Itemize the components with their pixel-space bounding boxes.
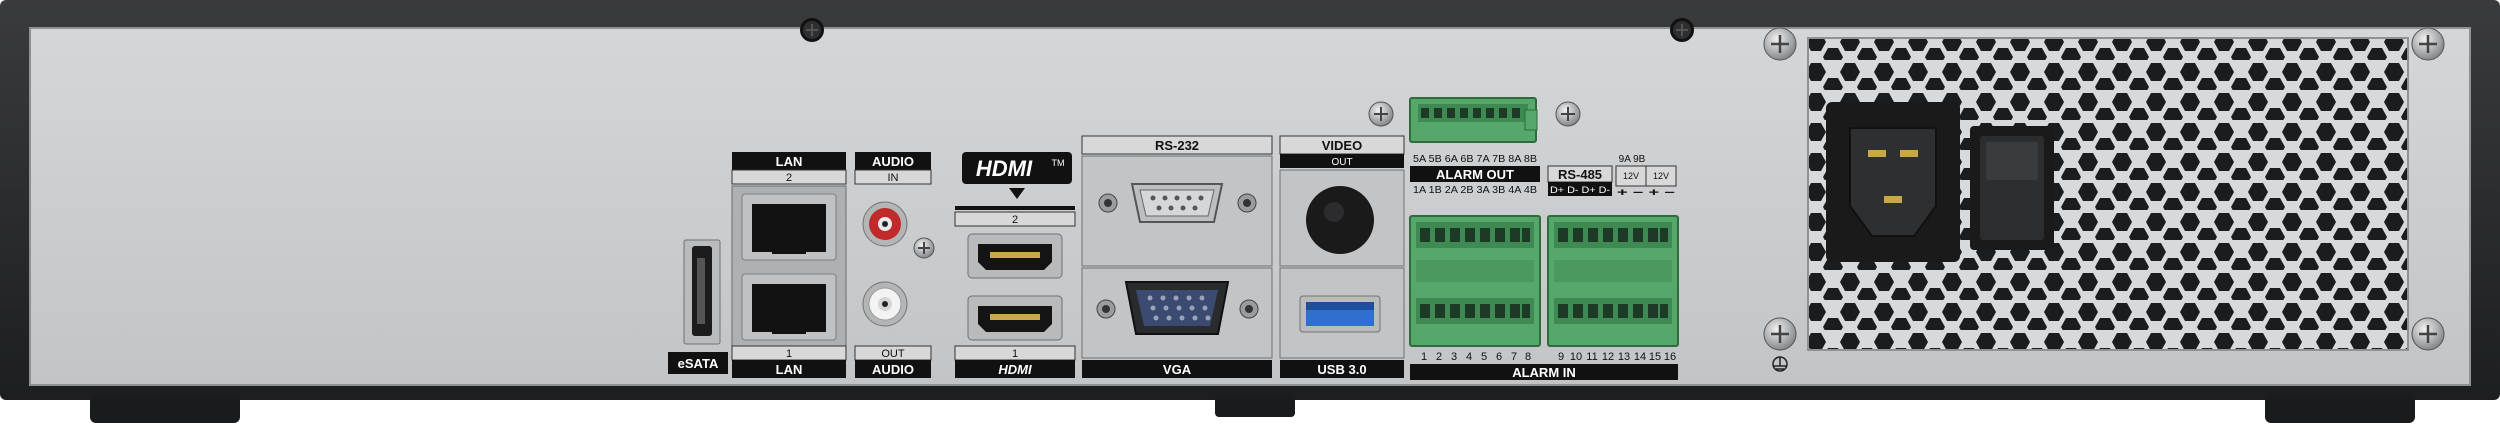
- ac-power-inlet[interactable]: [1826, 102, 1960, 262]
- rs232-serial-port[interactable]: [1130, 183, 1224, 223]
- power-polarity-signs: + − + −: [1617, 187, 1675, 199]
- rs232-screw-left-icon: [1098, 193, 1118, 213]
- alarm-in-number: 13: [1618, 351, 1630, 363]
- rs232-label: RS-232: [1155, 138, 1199, 153]
- hdmi-bottom-label: HDMI: [998, 362, 1032, 377]
- esata-port[interactable]: [683, 239, 721, 345]
- alarm-in-number: 2: [1436, 351, 1442, 363]
- alarm-in-terminal-block-left[interactable]: [1409, 215, 1541, 347]
- hdmi-port2-number: 2: [1012, 214, 1018, 226]
- alarm-in-number: 9: [1558, 351, 1564, 363]
- alarm-out-pins-top: 5A 5B 6A 6B 7A 7B 8A 8B: [1413, 154, 1537, 165]
- chassis-screw-icon: [2411, 27, 2445, 61]
- usb-label: USB 3.0: [1317, 362, 1366, 377]
- panel-screw-icon: [1555, 101, 1581, 127]
- chassis-screw-icon: [1670, 18, 1694, 42]
- power-12v-label-b: 12V: [1653, 171, 1669, 181]
- alarm-out-terminal-block[interactable]: [1409, 97, 1538, 143]
- rubber-foot-center: [1215, 395, 1295, 417]
- alarm-in-number: 14: [1634, 351, 1646, 363]
- relay-pins-label: 9A 9B: [1619, 154, 1646, 165]
- vga-screw-right-icon: [1239, 299, 1259, 319]
- alarm-in-number: 1: [1421, 351, 1427, 363]
- alarm-in-number: 4: [1466, 351, 1472, 363]
- vga-port[interactable]: [1124, 281, 1230, 335]
- chassis-screw-icon: [2411, 317, 2445, 351]
- hdmi-port-2[interactable]: [967, 233, 1063, 279]
- ground-screw-icon: [1763, 317, 1797, 351]
- alarm-in-number: 7: [1511, 351, 1517, 363]
- alarm-out-label: ALARM OUT: [1436, 167, 1514, 182]
- alarm-in-terminal-block-right[interactable]: [1547, 215, 1679, 347]
- vga-screw-left-icon: [1096, 299, 1116, 319]
- alarm-in-number: 12: [1602, 351, 1614, 363]
- alarm-out-pins-bottom: 1A 1B 2A 2B 3A 3B 4A 4B: [1413, 185, 1537, 196]
- rubber-foot-right: [2265, 395, 2415, 423]
- chassis-screw-icon: [1763, 27, 1797, 61]
- hdmi-port1-number: 1: [1012, 348, 1018, 360]
- audio-in-label: IN: [888, 172, 899, 184]
- rs485-label: RS-485: [1558, 167, 1602, 182]
- usb-3-port[interactable]: [1299, 295, 1381, 333]
- alarm-in-number: 8: [1525, 351, 1531, 363]
- audio-top-label: AUDIO: [872, 154, 914, 169]
- power-12v-label-a: 12V: [1623, 171, 1639, 181]
- rubber-foot-left: [90, 395, 240, 423]
- video-out-sublabel: OUT: [1331, 157, 1352, 168]
- alarm-in-number: 15: [1649, 351, 1661, 363]
- lan-port2-number: 2: [786, 172, 792, 184]
- alarm-in-number: 10: [1570, 351, 1582, 363]
- panel-screw-icon: [1368, 101, 1394, 127]
- lan-bottom-label: LAN: [776, 362, 803, 377]
- audio-bottom-label: AUDIO: [872, 362, 914, 377]
- hdmi-logo: HDMI TM: [962, 152, 1072, 184]
- nvr-rear-panel: eSATA LAN 2 1 LAN AUDIO IN OUT AUDIO HDM…: [0, 0, 2500, 427]
- lan-port-2[interactable]: [741, 193, 837, 261]
- panel-screw-icon: [913, 237, 935, 259]
- video-out-label: VIDEO: [1322, 138, 1362, 153]
- lan-port1-number: 1: [786, 348, 792, 360]
- hdmi-port-1[interactable]: [967, 295, 1063, 341]
- alarm-in-number: 5: [1481, 351, 1487, 363]
- svg-text:TM: TM: [1052, 158, 1065, 168]
- rs232-screw-right-icon: [1237, 193, 1257, 213]
- alarm-in-number: 6: [1496, 351, 1502, 363]
- power-switch[interactable]: [1970, 126, 2054, 250]
- svg-text:HDMI: HDMI: [976, 156, 1033, 181]
- esata-label: eSATA: [678, 356, 719, 371]
- alarm-in-number: 3: [1451, 351, 1457, 363]
- lan-top-label: LAN: [776, 154, 803, 169]
- lan-port-1[interactable]: [741, 273, 837, 341]
- chassis-screw-icon: [800, 18, 824, 42]
- audio-out-label: OUT: [881, 348, 905, 360]
- rs485-pins: D+ D- D+ D-: [1550, 185, 1610, 195]
- audio-out-jack[interactable]: [862, 281, 908, 327]
- video-out-connector[interactable]: [1306, 186, 1374, 254]
- vga-label: VGA: [1163, 362, 1192, 377]
- alarm-in-number: 11: [1586, 351, 1597, 363]
- alarm-in-label: ALARM IN: [1512, 365, 1576, 380]
- alarm-in-number: 16: [1664, 351, 1676, 363]
- audio-in-jack[interactable]: [862, 201, 908, 247]
